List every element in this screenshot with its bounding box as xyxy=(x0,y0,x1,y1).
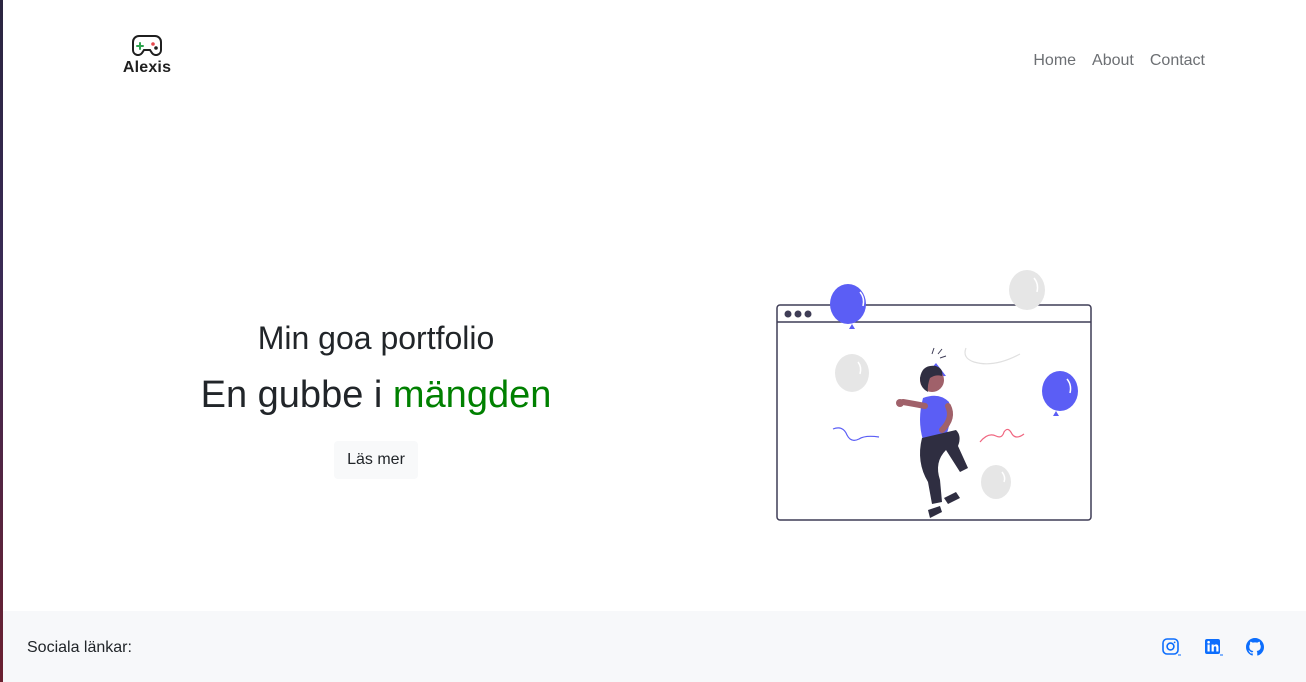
gamepad-icon xyxy=(132,35,162,56)
linkedin-icon xyxy=(1205,639,1223,656)
hero-title: Min goa portfolio xyxy=(257,320,495,356)
github-icon xyxy=(1246,638,1264,656)
instagram-icon xyxy=(1162,638,1181,656)
social-links-label: Sociala länkar: xyxy=(27,639,132,656)
hero-subtitle-accent: mängden xyxy=(392,374,552,416)
social-links xyxy=(1162,638,1266,656)
read-more-button[interactable]: Läs mer xyxy=(334,441,418,479)
hero-subtitle-prefix: En gubbe i xyxy=(200,374,393,416)
nav-about[interactable]: About xyxy=(1092,52,1134,70)
brand-name: Alexis xyxy=(122,59,172,76)
hero-subtitle: En gubbe i mängden xyxy=(126,374,626,417)
linkedin-link[interactable] xyxy=(1204,638,1224,656)
main-nav: Home About Contact xyxy=(1033,52,1205,70)
nav-contact[interactable]: Contact xyxy=(1150,52,1205,70)
instagram-link[interactable] xyxy=(1162,638,1182,656)
brand-logo[interactable]: Alexis xyxy=(122,32,172,77)
nav-home[interactable]: Home xyxy=(1033,52,1076,70)
site-footer: Sociala länkar: xyxy=(3,611,1306,682)
github-link[interactable] xyxy=(1246,638,1266,656)
party-celebration-illustration xyxy=(776,270,1092,521)
window-edge xyxy=(0,0,3,682)
